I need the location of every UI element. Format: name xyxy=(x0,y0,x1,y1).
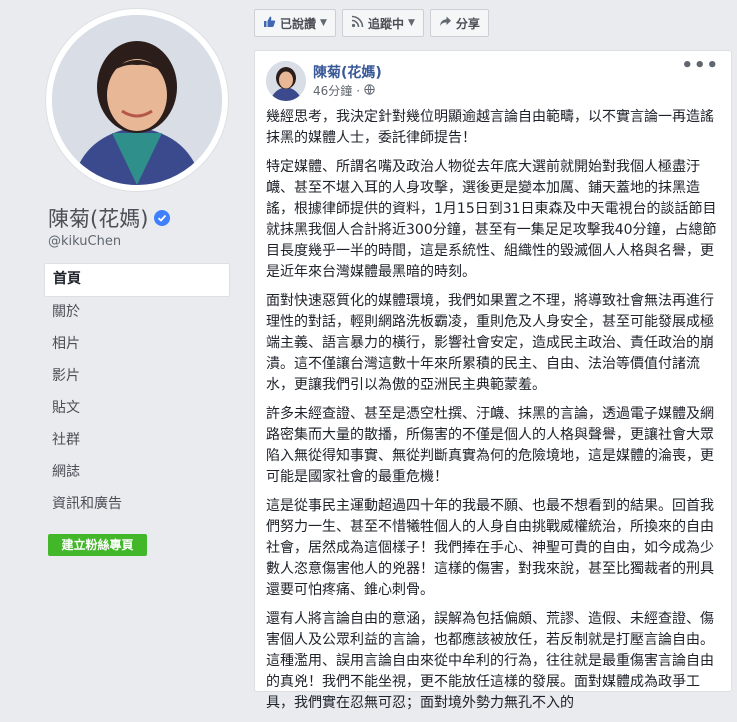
rss-icon xyxy=(351,15,364,31)
post-paragraph: 面對快速惡質化的媒體環境，我們如果置之不理，將導致社會無法再進行理性的對話，輕則… xyxy=(266,293,714,393)
share-label: 分享 xyxy=(455,16,480,31)
post-paragraph: 還有人將言論自由的意涵，誤解為包括偏頗、荒謬、造假、未經查證、傷害個人及公眾利益… xyxy=(266,611,714,711)
chevron-down-icon: ▼ xyxy=(407,18,415,28)
page-handle[interactable]: @kikuChen xyxy=(48,234,121,249)
separator-dot: · xyxy=(356,83,361,98)
page-nav: 首頁 關於 相片 影片 貼文 社群 網誌 資訊和廣告 xyxy=(44,263,230,521)
nav-item-photos[interactable]: 相片 xyxy=(44,329,230,361)
post-card: 陳菊(花媽) 46分鐘 · ••• 幾經思考，我決定針對幾位明顯逾越言論自由範疇… xyxy=(254,50,732,711)
share-button[interactable]: 分享 xyxy=(429,9,489,37)
following-button[interactable]: 追蹤中 ▼ xyxy=(341,9,424,37)
profile-photo xyxy=(52,15,222,185)
liked-button[interactable]: 已說讚 ▼ xyxy=(254,9,336,37)
nav-item-about[interactable]: 關於 xyxy=(44,297,230,329)
post-author-avatar[interactable] xyxy=(266,61,306,101)
liked-label: 已說讚 xyxy=(280,16,317,31)
create-page-button[interactable]: 建立粉絲專頁 xyxy=(48,534,147,556)
left-column: 陳菊(花媽) @kikuChen 首頁 關於 相片 影片 貼文 社群 網誌 資訊… xyxy=(0,0,240,678)
page-action-bar: 已說讚 ▼ 追蹤中 ▼ 分享 xyxy=(254,9,495,37)
more-icon[interactable]: ••• xyxy=(681,55,719,76)
nav-item-info-ads[interactable]: 資訊和廣告 xyxy=(44,489,230,521)
page-name-text: 陳菊(花媽) xyxy=(48,207,149,231)
share-arrow-icon xyxy=(439,15,452,31)
post-meta: 46分鐘 · xyxy=(313,82,375,99)
nav-item-home[interactable]: 首頁 xyxy=(44,263,230,297)
following-label: 追蹤中 xyxy=(367,16,404,31)
profile-picture[interactable] xyxy=(45,8,229,192)
nav-item-community[interactable]: 社群 xyxy=(44,425,230,457)
post-timestamp[interactable]: 46分鐘 xyxy=(313,82,352,99)
post-author-name[interactable]: 陳菊(花媽) xyxy=(313,62,382,82)
nav-item-videos[interactable]: 影片 xyxy=(44,361,230,393)
verified-icon xyxy=(154,210,171,226)
post-paragraph: 特定媒體、所謂名嘴及政治人物從去年底大選前就開始對我個人極盡汙衊、甚至不堪入耳的… xyxy=(266,159,717,280)
page-name: 陳菊(花媽) xyxy=(48,203,171,233)
thumbs-up-icon xyxy=(263,15,276,31)
post-paragraph: 這是從事民主運動超過四十年的我最不願、也最不想看到的結果。回首我們努力一生、甚至… xyxy=(266,498,714,598)
nav-item-posts[interactable]: 貼文 xyxy=(44,393,230,425)
nav-item-notes[interactable]: 網誌 xyxy=(44,457,230,489)
post-paragraph: 許多未經查證、甚至是憑空杜撰、汙衊、抹黑的言論，透過電子媒體及網路密集而大量的散… xyxy=(266,406,714,485)
post-body: 幾經思考，我決定針對幾位明顯逾越言論自由範疇，以不實言論一再造謠抹黑的媒體人士，… xyxy=(266,107,718,722)
globe-icon xyxy=(364,83,375,98)
post-paragraph: 幾經思考，我決定針對幾位明顯逾越言論自由範疇，以不實言論一再造謠抹黑的媒體人士，… xyxy=(266,109,714,146)
chevron-down-icon: ▼ xyxy=(320,18,327,28)
